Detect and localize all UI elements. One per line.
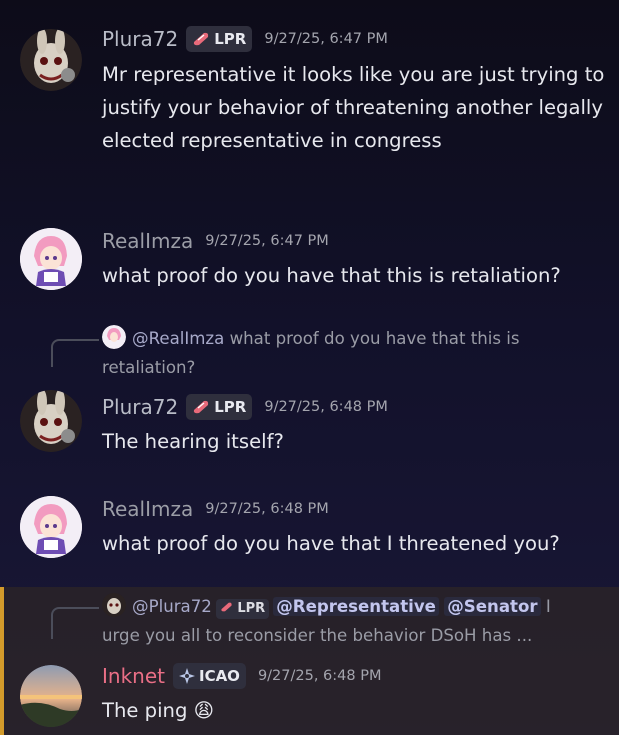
reply-avatar (102, 593, 126, 617)
message-plura-1: Plura72 LPR 9/27/25, 6:47 PM Mr represen… (0, 0, 619, 200)
username[interactable]: Plura72 (102, 27, 178, 51)
reply-mention[interactable]: @Plura72 (132, 597, 212, 616)
avatar-reall[interactable] (20, 228, 82, 290)
message-reall-2: RealImza 9/27/25, 6:48 PM what proof do … (0, 480, 619, 587)
role-mention-representative[interactable]: @Representative (273, 597, 439, 616)
message-content: The ping 😩 (102, 694, 605, 727)
username[interactable]: RealImza (102, 497, 193, 521)
role-tag-label: LPR (214, 398, 247, 416)
pink-lung-icon (221, 602, 232, 612)
message-inknet: @Plura72 LPR @Representative @Senator I u… (0, 587, 619, 735)
compass-icon (178, 668, 195, 684)
reply-preview[interactable]: @RealImza what proof do you have that th… (102, 324, 591, 382)
role-tag-label: ICAO (198, 667, 240, 685)
avatar-plura[interactable] (20, 29, 82, 91)
timestamp: 9/27/25, 6:48 PM (257, 668, 382, 684)
role-tag-label: LPR (214, 30, 247, 48)
reply-preview[interactable]: @Plura72 LPR @Representative @Senator I u… (102, 592, 591, 650)
reply-spine (51, 339, 99, 367)
avatar-inknet[interactable] (20, 665, 82, 727)
role-tag[interactable]: LPR (186, 394, 253, 420)
skull-rabbit-avatar-icon (20, 29, 82, 91)
role-tag[interactable]: ICAO (172, 663, 246, 689)
timestamp: 9/27/25, 6:47 PM (205, 233, 329, 249)
message-reall-1: RealImza 9/27/25, 6:47 PM what proof do … (0, 200, 619, 310)
username[interactable]: Inknet (102, 664, 165, 688)
message-content: what proof do you have that this is reta… (102, 264, 561, 287)
message-content: The hearing itself? (102, 430, 284, 453)
avatar-plura[interactable] (20, 390, 82, 452)
message-content: Mr representative it looks like you are … (102, 63, 605, 152)
sunset-beach-avatar-icon (20, 665, 82, 727)
role-tag[interactable]: LPR (186, 26, 253, 52)
anime-girl-avatar-icon (20, 228, 82, 290)
reply-role-tag: LPR (215, 599, 270, 619)
username[interactable]: RealImza (102, 229, 193, 253)
message-content: what proof do you have that I threatened… (102, 532, 560, 555)
timestamp: 9/27/25, 6:48 PM (264, 399, 388, 415)
timestamp: 9/27/25, 6:48 PM (205, 501, 329, 517)
reply-avatar (102, 325, 126, 349)
message-plura-2: @RealImza what proof do you have that th… (0, 310, 619, 480)
avatar-reall[interactable] (20, 496, 82, 558)
timestamp: 9/27/25, 6:47 PM (264, 31, 388, 47)
weary-face-emoji-icon: 😩 (193, 699, 215, 722)
username[interactable]: Plura72 (102, 395, 178, 419)
reply-mention[interactable]: @RealImza (132, 329, 224, 348)
role-mention-senator[interactable]: @Senator (444, 597, 541, 616)
skull-rabbit-avatar-icon (20, 390, 82, 452)
reply-spine (51, 607, 99, 639)
anime-girl-avatar-icon (20, 496, 82, 558)
pink-lung-icon (192, 32, 210, 46)
message-text: The ping (102, 699, 188, 722)
pink-lung-icon (192, 400, 210, 414)
